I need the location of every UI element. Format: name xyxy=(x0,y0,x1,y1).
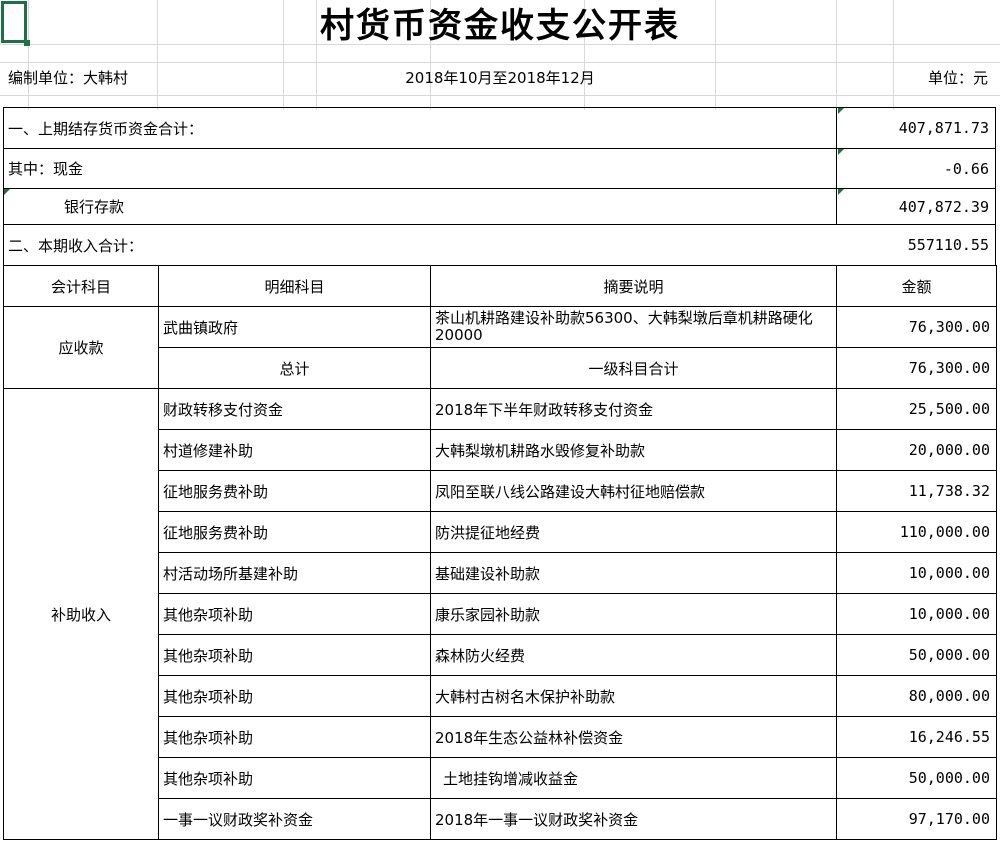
table-header-row: 会计科目 明细科目 摘要说明 金额 xyxy=(3,265,997,307)
amount-cell[interactable]: 76,300.00 xyxy=(836,347,997,389)
summary-label: 其中：现金 xyxy=(8,160,84,178)
sheet-title[interactable]: 村货币资金收支公开表 xyxy=(0,0,1000,52)
cell-comment-marker xyxy=(4,189,10,195)
cell-comment-marker xyxy=(838,189,844,195)
detail-cell[interactable]: 武曲镇政府 xyxy=(158,306,431,348)
summary-row-previous-balance[interactable]: 一、上期结存货币资金合计： 407,871.73 xyxy=(3,107,996,148)
description-cell[interactable]: 基础建设补助款 xyxy=(430,552,837,594)
amount-cell[interactable]: 10,000.00 xyxy=(836,552,997,594)
detail-cell[interactable]: 财政转移支付资金 xyxy=(158,388,431,430)
amount-cell[interactable]: 50,000.00 xyxy=(836,757,997,799)
description-cell[interactable]: 茶山机耕路建设补助款56300、大韩梨墩后章机耕路硬化20000 xyxy=(430,306,837,348)
detail-cell[interactable]: 一事一议财政奖补资金 xyxy=(158,798,431,840)
description-cell[interactable]: 2018年生态公益林补偿资金 xyxy=(430,716,837,758)
income-detail-table: 会计科目 明细科目 摘要说明 金额 应收款 武曲镇政府 茶山机耕路建设补助款56… xyxy=(3,265,997,840)
amount-cell[interactable]: 11,738.32 xyxy=(836,470,997,512)
summary-value: 557110.55 xyxy=(907,236,989,254)
summary-label: 一、上期结存货币资金合计： xyxy=(8,119,204,138)
amount-cell[interactable]: 25,500.00 xyxy=(836,388,997,430)
header-account[interactable]: 会计科目 xyxy=(3,265,159,307)
detail-cell[interactable]: 其他杂项补助 xyxy=(158,634,431,676)
table-row: 补助收入 财政转移支付资金 2018年下半年财政转移支付资金 25,500.00 xyxy=(3,388,997,840)
amount-cell[interactable]: 110,000.00 xyxy=(836,511,997,553)
currency-unit[interactable]: 单位：元 xyxy=(928,66,988,90)
detail-cell[interactable]: 征地服务费补助 xyxy=(158,470,431,512)
report-period[interactable]: 2018年10月至2018年12月 xyxy=(0,66,1000,90)
amount-cell[interactable]: 80,000.00 xyxy=(836,675,997,717)
detail-cell[interactable]: 其他杂项补助 xyxy=(158,593,431,635)
summary-row-bank-deposit[interactable]: 银行存款 407,872.39 xyxy=(3,188,996,224)
table-row: 应收款 武曲镇政府 茶山机耕路建设补助款56300、大韩梨墩后章机耕路硬化200… xyxy=(3,306,997,389)
description-cell[interactable]: 大韩梨墩机耕路水毁修复补助款 xyxy=(430,429,837,471)
detail-cell[interactable]: 征地服务费补助 xyxy=(158,511,431,553)
summary-label: 银行存款 xyxy=(64,198,125,216)
description-cell[interactable]: 土地挂钩增减收益金 xyxy=(430,757,837,799)
description-cell[interactable]: 凤阳至联八线公路建设大韩村征地赔偿款 xyxy=(430,470,837,512)
description-cell[interactable]: 2018年下半年财政转移支付资金 xyxy=(430,388,837,430)
amount-cell[interactable]: 97,170.00 xyxy=(836,798,997,840)
cell-comment-marker xyxy=(838,149,844,155)
detail-cell[interactable]: 其他杂项补助 xyxy=(158,757,431,799)
detail-cell[interactable]: 村道修建补助 xyxy=(158,429,431,471)
summary-value: 407,872.39 xyxy=(898,197,989,216)
description-cell[interactable]: 大韩村古树名木保护补助款 xyxy=(430,675,837,717)
summary-label: 二、本期收入合计： xyxy=(8,236,144,255)
description-cell[interactable]: 2018年一事一议财政奖补资金 xyxy=(430,798,837,840)
header-description[interactable]: 摘要说明 xyxy=(430,265,837,307)
cell-comment-marker xyxy=(838,108,844,114)
description-cell[interactable]: 康乐家园补助款 xyxy=(430,593,837,635)
description-cell[interactable]: 防洪提征地经费 xyxy=(430,511,837,553)
amount-cell[interactable]: 10,000.00 xyxy=(836,593,997,635)
amount-cell[interactable]: 50,000.00 xyxy=(836,634,997,676)
summary-row-cash[interactable]: 其中：现金 -0.66 xyxy=(3,148,996,188)
amount-cell[interactable]: 76,300.00 xyxy=(836,306,997,348)
detail-cell[interactable]: 其他杂项补助 xyxy=(158,716,431,758)
detail-cell[interactable]: 村活动场所基建补助 xyxy=(158,552,431,594)
amount-cell[interactable]: 16,246.55 xyxy=(836,716,997,758)
description-cell[interactable]: 一级科目合计 xyxy=(430,347,837,389)
amount-cell[interactable]: 20,000.00 xyxy=(836,429,997,471)
account-receivable[interactable]: 应收款 xyxy=(3,306,159,389)
detail-cell[interactable]: 总计 xyxy=(158,347,431,389)
header-amount[interactable]: 金额 xyxy=(836,265,997,307)
detail-cell[interactable]: 其他杂项补助 xyxy=(158,675,431,717)
header-detail[interactable]: 明细科目 xyxy=(158,265,431,307)
summary-row-current-income[interactable]: 二、本期收入合计： 557110.55 xyxy=(3,224,996,265)
account-subsidy[interactable]: 补助收入 xyxy=(3,388,159,840)
summary-value: 407,871.73 xyxy=(898,119,989,137)
description-cell[interactable]: 森林防火经费 xyxy=(430,634,837,676)
summary-value: -0.66 xyxy=(943,159,989,178)
